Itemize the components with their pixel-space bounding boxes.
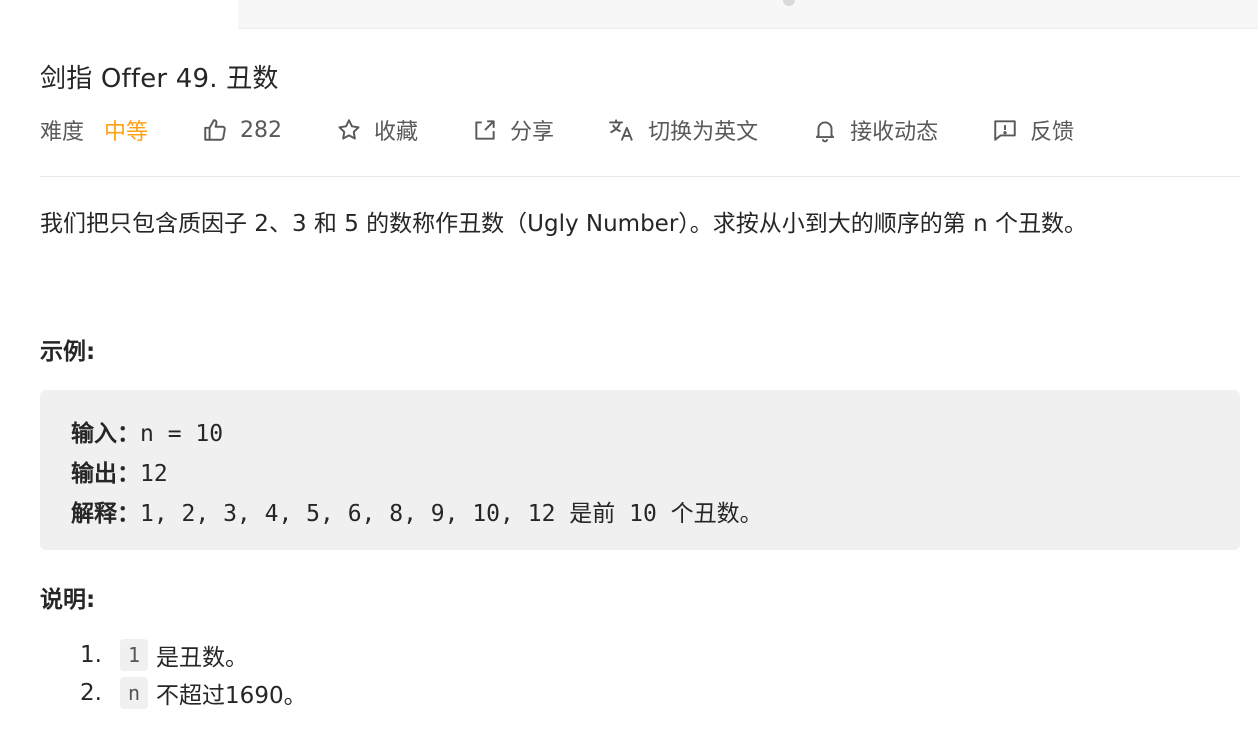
inline-code: n xyxy=(120,677,149,709)
example-explain-label: 解释： xyxy=(71,501,140,527)
difficulty-label: 难度 xyxy=(40,120,85,145)
example-output-line: 输出：12 xyxy=(71,454,168,488)
feedback-label: 反馈 xyxy=(1030,120,1075,145)
example-heading: 示例: xyxy=(40,339,96,365)
list-item-number: 1. xyxy=(80,642,102,668)
difficulty-badge: 中等 xyxy=(104,120,149,145)
list-item-text: 是丑数。 xyxy=(156,645,249,671)
collect-button[interactable]: 收藏 xyxy=(336,114,418,146)
list-item-number: 2. xyxy=(80,680,102,706)
inline-code: 1 xyxy=(120,639,149,671)
list-item: 1. 1 是丑数。 xyxy=(80,636,307,674)
translate-label: 切换为英文 xyxy=(648,120,759,145)
translate-icon xyxy=(609,119,633,141)
divider xyxy=(40,176,1240,177)
share-label: 分享 xyxy=(510,120,555,145)
star-icon xyxy=(338,119,360,140)
example-code-block: 输入：n = 10 输出：12 解释：1, 2, 3, 4, 5, 6, 8, … xyxy=(40,390,1240,550)
like-button[interactable]: 282 xyxy=(202,117,282,143)
problem-title: 剑指 Offer 49. 丑数 xyxy=(40,64,279,94)
share-icon xyxy=(475,120,495,140)
example-output-label: 输出： xyxy=(71,461,140,487)
notes-list: 1. 1 是丑数。 2. n 不超过1690。 xyxy=(80,636,307,712)
example-explain-line: 解释：1, 2, 3, 4, 5, 6, 8, 9, 10, 12 是前 10 … xyxy=(71,494,763,528)
example-input-value: n = 10 xyxy=(140,421,224,447)
top-toolbar-strip xyxy=(238,0,1258,29)
problem-description: 我们把只包含质因子 2、3 和 5 的数称作丑数（Ugly Number）。求按… xyxy=(40,211,1087,237)
toolbar-indicator-dot xyxy=(783,0,795,6)
bell-icon xyxy=(815,121,835,143)
thumbs-up-icon xyxy=(204,119,226,141)
example-explain-value: 1, 2, 3, 4, 5, 6, 8, 9, 10, 12 是前 10 个丑数… xyxy=(140,501,763,527)
subscribe-label: 接收动态 xyxy=(850,120,939,145)
translate-button[interactable]: 切换为英文 xyxy=(608,114,758,146)
subscribe-button[interactable]: 接收动态 xyxy=(812,114,938,146)
problem-meta-bar: 难度 中等 282 收藏 分享 切换为英文 接收动态 反馈 xyxy=(40,112,1074,148)
example-output-value: 12 xyxy=(140,461,168,487)
example-input-line: 输入：n = 10 xyxy=(71,414,223,448)
feedback-button[interactable]: 反馈 xyxy=(992,114,1074,146)
list-item-text: 不超过1690。 xyxy=(156,683,307,709)
list-item: 2. n 不超过1690。 xyxy=(80,674,307,712)
collect-label: 收藏 xyxy=(374,120,419,145)
notes-heading: 说明: xyxy=(40,587,96,613)
like-count: 282 xyxy=(240,117,283,143)
example-input-label: 输入： xyxy=(71,421,140,447)
share-button[interactable]: 分享 xyxy=(472,114,554,146)
feedback-icon xyxy=(994,120,1016,141)
